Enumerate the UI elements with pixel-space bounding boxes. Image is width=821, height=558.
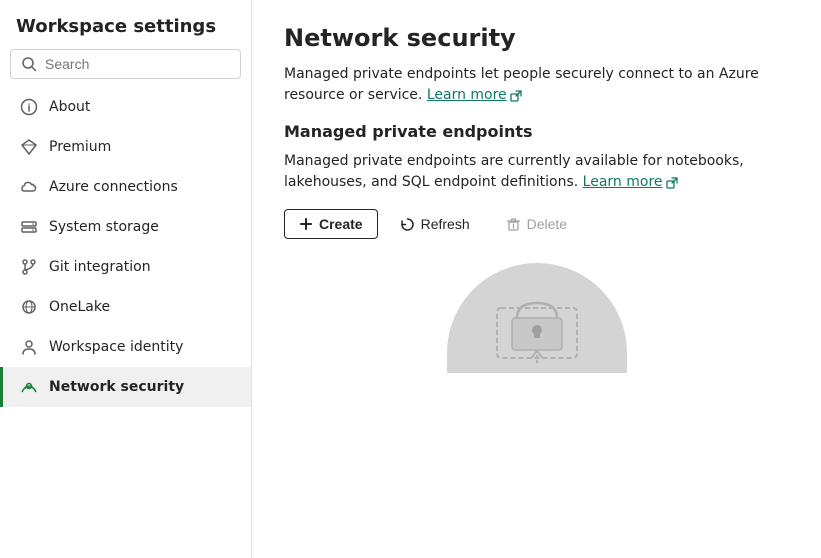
git-icon — [19, 257, 39, 277]
learn-more-link-1[interactable]: Learn more — [427, 85, 522, 106]
action-bar: Create Refresh Delete — [284, 209, 789, 239]
identity-icon — [19, 337, 39, 357]
page-title: Network security — [284, 24, 789, 52]
refresh-button[interactable]: Refresh — [386, 210, 484, 238]
plus-icon — [299, 217, 313, 231]
sidebar-item-network-security[interactable]: Network security — [0, 367, 251, 407]
network-icon — [19, 377, 39, 397]
cloud-icon — [19, 177, 39, 197]
sidebar-item-identity-label: Workspace identity — [49, 339, 183, 355]
sidebar-item-about[interactable]: About — [0, 87, 251, 127]
sidebar-item-azure-label: Azure connections — [49, 179, 178, 195]
search-box[interactable] — [10, 49, 241, 79]
sidebar-item-azure[interactable]: Azure connections — [0, 167, 251, 207]
info-icon — [19, 97, 39, 117]
section-title: Managed private endpoints — [284, 122, 789, 141]
sidebar-item-git[interactable]: Git integration — [0, 247, 251, 287]
description-1: Managed private endpoints let people sec… — [284, 64, 789, 106]
onelake-icon — [19, 297, 39, 317]
sidebar-item-identity[interactable]: Workspace identity — [0, 327, 251, 367]
delete-icon — [506, 217, 521, 232]
sidebar-item-network-label: Network security — [49, 379, 184, 395]
sidebar-item-storage-label: System storage — [49, 219, 159, 235]
create-button[interactable]: Create — [284, 209, 378, 239]
delete-button[interactable]: Delete — [492, 210, 581, 238]
illustration-svg — [472, 273, 602, 363]
illustration-circle — [447, 263, 627, 373]
main-content: Network security Managed private endpoin… — [252, 0, 821, 558]
description-2: Managed private endpoints are currently … — [284, 151, 789, 193]
sidebar-item-git-label: Git integration — [49, 259, 151, 275]
sidebar-title: Workspace settings — [0, 0, 251, 49]
sidebar-item-storage[interactable]: System storage — [0, 207, 251, 247]
sidebar-item-premium-label: Premium — [49, 139, 111, 155]
sidebar-item-onelake-label: OneLake — [49, 299, 110, 315]
search-input[interactable] — [45, 56, 230, 72]
sidebar-item-about-label: About — [49, 99, 90, 115]
search-icon — [21, 56, 37, 72]
sidebar-item-premium[interactable]: Premium — [0, 127, 251, 167]
refresh-icon — [400, 217, 415, 232]
storage-icon — [19, 217, 39, 237]
illustration — [284, 263, 789, 373]
sidebar: Workspace settings About Premium — [0, 0, 252, 558]
learn-more-link-2[interactable]: Learn more — [583, 172, 678, 193]
diamond-icon — [19, 137, 39, 157]
external-link-icon-2 — [666, 177, 678, 189]
sidebar-item-onelake[interactable]: OneLake — [0, 287, 251, 327]
external-link-icon-1 — [510, 90, 522, 102]
